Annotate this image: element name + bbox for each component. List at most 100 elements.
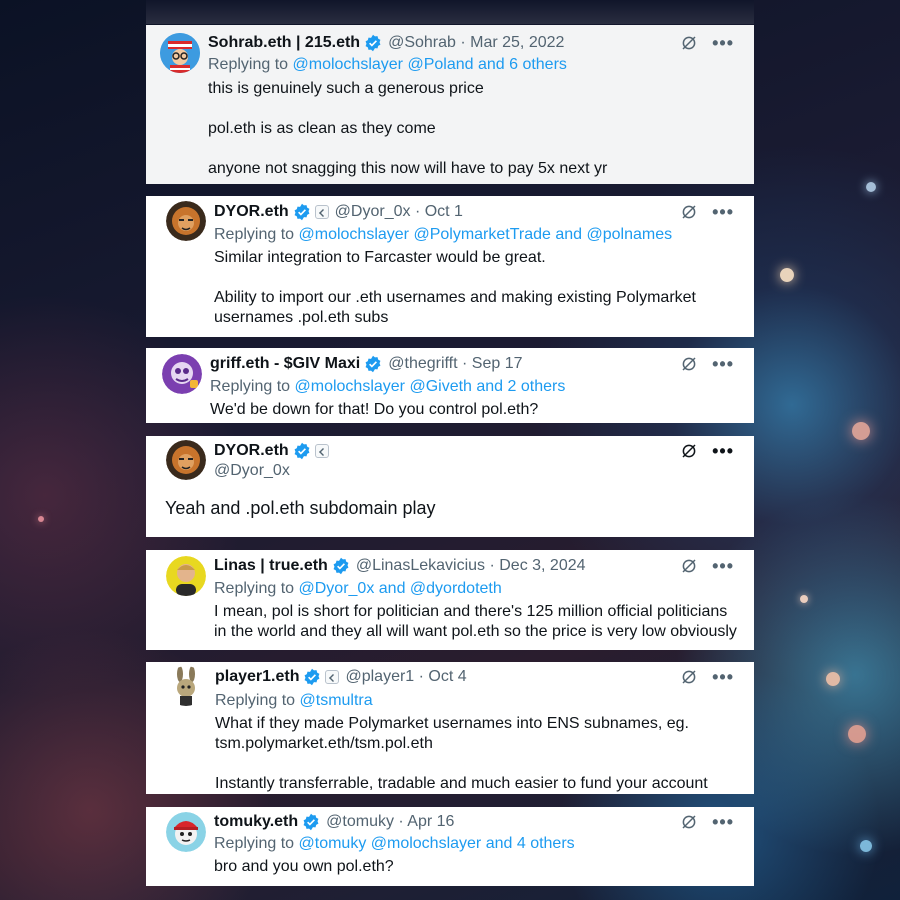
handle[interactable]: @Dyor_0x <box>214 462 290 480</box>
purple-avatar[interactable] <box>162 354 202 394</box>
bokeh-light <box>800 595 808 603</box>
display-name[interactable]: Linas | true.eth <box>214 557 328 575</box>
tweet-actions: ••• <box>680 203 734 221</box>
bokeh-light <box>38 516 44 522</box>
more-options-icon[interactable]: ••• <box>712 442 734 460</box>
verified-badge-icon <box>365 34 381 52</box>
tweet-header: tomuky.eth @tomuky · Apr 16 <box>214 813 454 831</box>
verified-badge-icon <box>294 203 310 221</box>
bokeh-light <box>780 268 794 282</box>
lion-avatar[interactable] <box>166 440 206 480</box>
tweet-actions: ••• <box>680 668 734 686</box>
photo-avatar-image <box>166 556 206 596</box>
tweet-card[interactable]: DYOR.eth @Dyor_0x · Oct 1 ••• Replying t… <box>146 196 754 337</box>
handle-and-date[interactable]: @tomuky · Apr 16 <box>326 813 454 831</box>
more-options-icon[interactable]: ••• <box>712 813 734 831</box>
replying-links[interactable]: @tsmultra <box>300 692 373 709</box>
tweet-header: DYOR.eth @Dyor_0x · Oct 1 <box>214 203 463 221</box>
grok-icon[interactable] <box>680 813 698 831</box>
more-options-icon[interactable]: ••• <box>712 355 734 373</box>
capped-avatar[interactable] <box>166 812 206 852</box>
bokeh-light <box>866 182 876 192</box>
handle-and-date[interactable]: @Dyor_0x · Oct 1 <box>335 203 463 221</box>
tweet-card[interactable]: Linas | true.eth @LinasLekavicius · Dec … <box>146 550 754 650</box>
replying-prefix: Replying to <box>210 378 295 395</box>
replying-prefix: Replying to <box>214 226 299 243</box>
capped-avatar-image <box>166 812 206 852</box>
replying-to: Replying to @tomuky @molochslayer and 4 … <box>214 835 575 853</box>
grok-icon[interactable] <box>680 557 698 575</box>
more-options-icon[interactable]: ••• <box>712 203 734 221</box>
photo-avatar[interactable] <box>166 556 206 596</box>
replying-prefix: Replying to <box>214 580 299 597</box>
bunny-avatar[interactable] <box>166 666 206 706</box>
replying-to: Replying to @molochslayer @PolymarketTra… <box>214 226 672 244</box>
display-name[interactable]: tomuky.eth <box>214 813 298 831</box>
tweet-actions: ••• <box>680 557 734 575</box>
tweet-card[interactable]: DYOR.eth @Dyor_0x ••• Yeah and .pol.eth … <box>146 436 754 537</box>
replying-to: Replying to @molochslayer @Poland and 6 … <box>208 56 567 74</box>
tweet-card[interactable]: player1.eth @player1 · Oct 4 ••• Replyin… <box>146 662 754 794</box>
replying-links[interactable]: @tomuky @molochslayer and 4 others <box>299 835 575 852</box>
replying-prefix: Replying to <box>214 835 299 852</box>
tweet-header: DYOR.eth <box>214 442 329 460</box>
tweet-card[interactable]: tomuky.eth @tomuky · Apr 16 ••• Replying… <box>146 807 754 886</box>
replying-links[interactable]: @Dyor_0x and @dyordoteth <box>299 580 502 597</box>
tweet-card[interactable]: Sohrab.eth | 215.eth @Sohrab · Mar 25, 2… <box>146 25 754 184</box>
affiliate-badge-icon[interactable] <box>325 670 340 684</box>
display-name[interactable]: DYOR.eth <box>214 442 289 460</box>
replying-links[interactable]: @molochslayer @Giveth and 2 others <box>295 378 566 395</box>
bokeh-light <box>860 840 872 852</box>
replying-prefix: Replying to <box>215 692 300 709</box>
tweet-actions: ••• <box>680 355 734 373</box>
replying-links[interactable]: @molochslayer @Poland and 6 others <box>293 56 567 73</box>
more-options-icon[interactable]: ••• <box>712 668 734 686</box>
affiliate-badge-icon[interactable] <box>314 444 329 458</box>
bokeh-light <box>852 422 870 440</box>
display-name[interactable]: Sohrab.eth | 215.eth <box>208 34 360 52</box>
tweet-header: Sohrab.eth | 215.eth @Sohrab · Mar 25, 2… <box>208 34 564 52</box>
verified-badge-icon <box>294 442 310 460</box>
tweet-text: What if they made Polymarket usernames i… <box>215 715 708 792</box>
bunny-avatar-image <box>166 666 206 706</box>
tweet-text: I mean, pol is short for politician and … <box>214 603 737 640</box>
more-options-icon[interactable]: ••• <box>712 34 734 52</box>
tweet-text: Similar integration to Farcaster would b… <box>214 249 696 326</box>
replying-links[interactable]: @molochslayer @PolymarketTrade and @poln… <box>299 226 673 243</box>
tweet-text: bro and you own pol.eth? <box>214 858 394 875</box>
handle-and-date[interactable]: @LinasLekavicius · Dec 3, 2024 <box>356 557 586 575</box>
handle-and-date[interactable]: @thegrifft · Sep 17 <box>388 355 522 373</box>
grok-icon[interactable] <box>680 34 698 52</box>
grok-icon[interactable] <box>680 442 698 460</box>
tweet-text: this is genuinely such a generous price … <box>208 80 608 177</box>
replying-prefix: Replying to <box>208 56 293 73</box>
verified-badge-icon <box>303 813 319 831</box>
waldo-avatar-image <box>160 33 200 73</box>
waldo-avatar[interactable] <box>160 33 200 73</box>
lion-avatar-image <box>166 440 206 480</box>
display-name[interactable]: DYOR.eth <box>214 203 289 221</box>
verified-badge-icon <box>333 557 349 575</box>
cropped-header-strip <box>146 0 754 24</box>
replying-to: Replying to @Dyor_0x and @dyordoteth <box>214 580 502 598</box>
tweet-text: Yeah and .pol.eth subdomain play <box>165 498 436 518</box>
lion-avatar[interactable] <box>166 201 206 241</box>
purple-avatar-image <box>162 354 202 394</box>
grok-icon[interactable] <box>680 668 698 686</box>
handle-and-date[interactable]: @player1 · Oct 4 <box>345 668 466 686</box>
display-name[interactable]: player1.eth <box>215 668 299 686</box>
grok-icon[interactable] <box>680 355 698 373</box>
handle-and-date[interactable]: @Sohrab · Mar 25, 2022 <box>388 34 564 52</box>
grok-icon[interactable] <box>680 203 698 221</box>
verified-badge-icon <box>365 355 381 373</box>
tweet-header: player1.eth @player1 · Oct 4 <box>215 668 467 686</box>
replying-to: Replying to @molochslayer @Giveth and 2 … <box>210 378 565 396</box>
tweet-actions: ••• <box>680 34 734 52</box>
more-options-icon[interactable]: ••• <box>712 557 734 575</box>
affiliate-badge-icon[interactable] <box>314 205 329 219</box>
tweet-actions: ••• <box>680 813 734 831</box>
tweet-header: Linas | true.eth @LinasLekavicius · Dec … <box>214 557 586 575</box>
display-name[interactable]: griff.eth - $GIV Maxi <box>210 355 360 373</box>
tweet-header: griff.eth - $GIV Maxi @thegrifft · Sep 1… <box>210 355 523 373</box>
tweet-card[interactable]: griff.eth - $GIV Maxi @thegrifft · Sep 1… <box>146 348 754 423</box>
